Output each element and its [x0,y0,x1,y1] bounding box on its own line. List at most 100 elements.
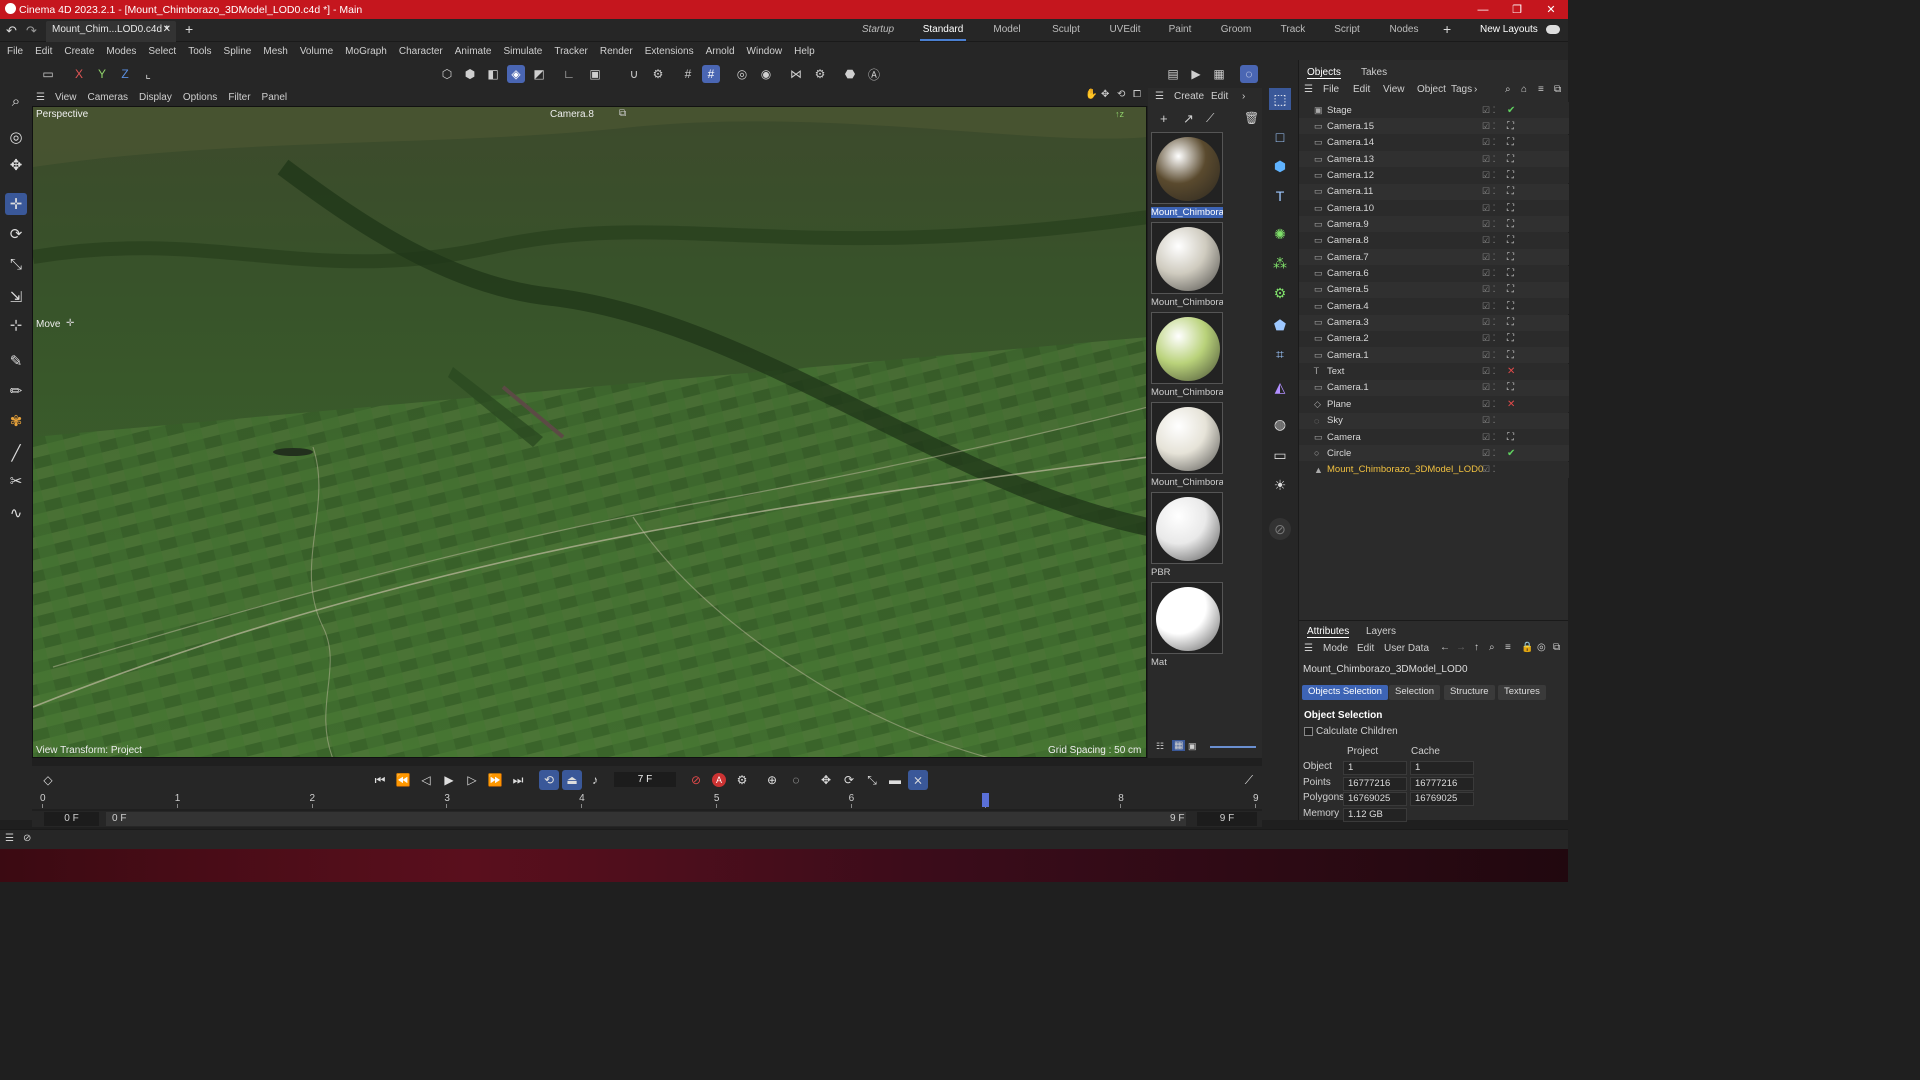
menu-tracker[interactable]: Tracker [554,46,588,57]
redo-icon[interactable]: ↷ [26,23,37,39]
solo-icon[interactable]: ▣ [586,65,604,83]
object-row[interactable]: ▭ Camera.4 ☑ ⁚ ⛶ [1299,298,1569,315]
eyedropper-icon[interactable]: ⟋ [1206,111,1214,126]
viewport-panel-menu-icon[interactable]: ☰ [36,92,45,103]
visibility-dots-icon[interactable]: ☑ ⁚ [1482,382,1495,393]
object-row[interactable]: ○ Circle ☑ ⁚ ✔ [1299,445,1569,462]
objects-menu-view[interactable]: View [1383,84,1405,95]
lock-icon[interactable]: 🔒 [1521,642,1533,653]
play-icon[interactable]: ▶ [439,770,459,790]
layout-tab-sculpt[interactable]: Sculpt [1048,19,1084,41]
visibility-dots-icon[interactable]: ☑ ⁚ [1482,399,1495,410]
object-row[interactable]: ▣ Stage ☑ ⁚ ✔ [1299,102,1569,118]
add-layout-icon[interactable]: + [1443,21,1451,37]
menu-character[interactable]: Character [399,46,443,57]
subtab-textures[interactable]: Textures [1498,685,1546,700]
object-name[interactable]: Camera.13 [1327,154,1374,165]
mode-icon[interactable]: ▭ [39,65,57,83]
menu-select[interactable]: Select [148,46,176,57]
menu-render[interactable]: Render [600,46,633,57]
more-menu-icon[interactable]: › [1242,91,1245,102]
visibility-dots-icon[interactable]: ☑ ⁚ [1482,203,1495,214]
material-swatch[interactable] [1151,402,1223,474]
grid-view-icon[interactable]: ▦ [1172,740,1186,751]
attributes-menu-userdata[interactable]: User Data [1384,643,1429,654]
camera-link-icon[interactable]: ⧉ [619,108,626,119]
enable-toggle-icon[interactable]: ⛶ [1507,252,1514,263]
visibility-dots-icon[interactable]: ☑ ⁚ [1482,415,1495,426]
material-label[interactable]: Mount_Chimboraz [1151,207,1223,218]
enable-toggle-icon[interactable]: ⛶ [1507,235,1514,246]
subtab-objects-selection[interactable]: Objects Selection [1302,685,1388,700]
material-menu-create[interactable]: Create [1174,91,1204,102]
enable-toggle-icon[interactable]: ⛶ [1507,268,1514,279]
material-label[interactable]: Mat [1151,657,1223,668]
object-row[interactable]: ▭ Camera.7 ☑ ⁚ ⛶ [1299,249,1569,266]
object-row[interactable]: ▭ Camera.13 ☑ ⁚ ⛶ [1299,151,1569,168]
param-key-icon[interactable]: ▬ [885,770,905,790]
move-view-icon[interactable]: ✥ [1101,89,1109,100]
axis-tool-icon[interactable]: ⊹ [5,314,27,336]
pla-key-icon[interactable]: ⨯ [908,770,928,790]
object-row[interactable]: ◌ Sky ☑ ⁚ [1299,412,1569,429]
render-picture-viewer-icon[interactable]: ▤ [1164,65,1182,83]
undo-icon[interactable]: ↶ [6,23,17,39]
object-row[interactable]: ▭ Camera.1 ☑ ⁚ ⛶ [1299,379,1569,396]
visibility-dots-icon[interactable]: ☑ ⁚ [1482,284,1495,295]
enable-toggle-icon[interactable]: ⛶ [1507,350,1514,361]
menu-tools[interactable]: Tools [188,46,211,57]
rotate-tool-icon[interactable]: ⟳ [5,223,27,245]
layout-toggle[interactable] [1546,25,1560,34]
spline-pen-icon[interactable]: ✎ [5,350,27,372]
object-name[interactable]: Camera.10 [1327,203,1374,214]
maximize-view-icon[interactable]: ⧠ [1133,89,1141,100]
magnet-snap-icon[interactable]: ∪ [625,65,643,83]
record-icon[interactable]: ⊘ [686,770,706,790]
delete-material-icon[interactable]: 🗑 [1244,111,1259,125]
z-axis-lock-icon[interactable]: Z [116,65,134,83]
expand-icon[interactable]: ⧉ [1554,84,1561,95]
deformer-icon[interactable]: ⬟ [1269,314,1291,336]
object-name[interactable]: Camera.9 [1327,219,1369,230]
menu-simulate[interactable]: Simulate [503,46,542,57]
x-axis-lock-icon[interactable]: X [70,65,88,83]
arnold-icon[interactable]: Ⓐ [865,65,883,83]
next-key-icon[interactable]: ⏩ [485,770,505,790]
large-view-icon[interactable]: ▣ [1188,741,1197,752]
key-settings-icon[interactable]: ⚙ [732,770,752,790]
object-name[interactable]: Camera.4 [1327,301,1369,312]
viewport-menu-filter[interactable]: Filter [228,92,250,103]
viewport-menu-display[interactable]: Display [139,92,172,103]
polygons-mode-icon[interactable]: ◈ [507,65,525,83]
home-icon[interactable]: ⌂ [1521,84,1527,95]
uv-mode-icon[interactable]: ◩ [530,65,548,83]
enable-toggle-icon[interactable]: ✕ [1507,399,1515,410]
objects-menu-object[interactable]: Object [1417,84,1446,95]
magnify-icon[interactable]: ⌕ [5,90,27,112]
visibility-dots-icon[interactable]: ☑ ⁚ [1482,268,1495,279]
visibility-dots-icon[interactable]: ☑ ⁚ [1482,121,1495,132]
layout-tab-script[interactable]: Script [1332,19,1362,41]
visibility-dots-icon[interactable]: ☑ ⁚ [1482,235,1495,246]
visibility-dots-icon[interactable]: ☑ ⁚ [1482,448,1495,459]
object-name[interactable]: Camera.3 [1327,317,1369,328]
frame-range-slider[interactable] [106,812,1186,826]
minimize-icon[interactable]: — [1466,0,1500,19]
enable-toggle-icon[interactable]: ⛶ [1507,186,1514,197]
enable-toggle-icon[interactable]: ⛶ [1507,301,1514,312]
knife-icon[interactable]: ✂ [5,470,27,492]
material-label[interactable]: PBR [1151,567,1223,578]
object-row[interactable]: ▭ Camera ☑ ⁚ ⛶ [1299,429,1569,445]
enable-toggle-icon[interactable]: ⛶ [1507,382,1514,393]
visibility-dots-icon[interactable]: ☑ ⁚ [1482,154,1495,165]
preview-size-slider[interactable] [1210,746,1256,748]
attributes-menu-edit[interactable]: Edit [1357,643,1374,654]
enable-toggle-icon[interactable]: ✕ [1507,366,1515,377]
objects-menu-icon[interactable]: ☰ [1304,84,1313,95]
menu-help[interactable]: Help [794,46,815,57]
scale-tool-icon[interactable]: ⤡ [5,253,27,275]
points-mode-icon[interactable]: ◧ [484,65,502,83]
menu-mograph[interactable]: MoGraph [345,46,387,57]
subtab-selection[interactable]: Selection [1389,685,1441,700]
menu-spline[interactable]: Spline [224,46,252,57]
